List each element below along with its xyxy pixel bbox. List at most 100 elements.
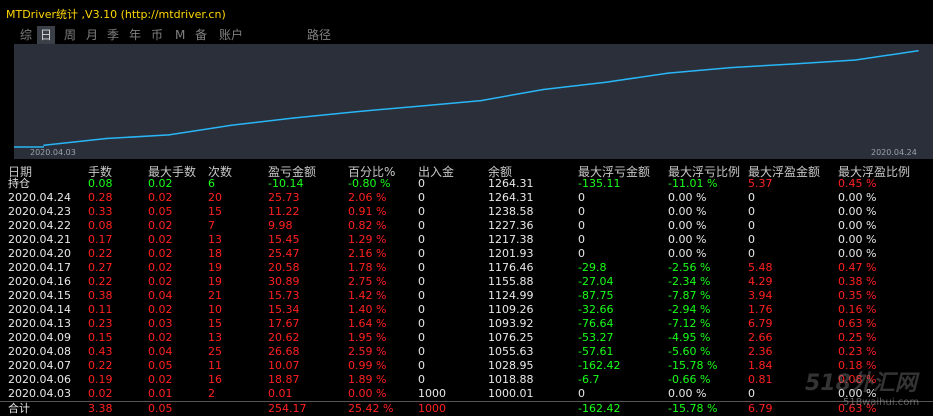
cell-max-lots: 0.02 — [148, 191, 173, 204]
cell-max-lots: 0.04 — [148, 345, 173, 358]
tab-path[interactable]: 路径 — [307, 26, 331, 44]
cell-flow: 0 — [418, 317, 425, 330]
tab-bar: 综 日 周 月 季 年 币 M 备 账户 路径 — [0, 26, 933, 44]
cell-lots: 0.15 — [88, 331, 113, 344]
cell-flow: 0 — [418, 289, 425, 302]
cell-flow: 1000 — [418, 402, 446, 415]
cell-balance: 1093.92 — [488, 317, 534, 330]
cell-max-lots: 0.03 — [148, 317, 173, 330]
cell-max-lots: 0.01 — [148, 387, 173, 400]
cell-count: 11 — [208, 359, 222, 372]
cell-pnl: 20.62 — [268, 331, 300, 344]
table-row[interactable]: 2020.04.06 0.19 0.02 16 18.87 1.89 % 0 1018.88 -… — [0, 373, 933, 387]
table-row[interactable]: 2020.04.15 0.38 0.04 21 15.73 1.42 % 0 1124.99 -… — [0, 289, 933, 303]
cell-balance: 1124.99 — [488, 289, 534, 302]
balance-point — [230, 124, 233, 127]
cell-count: 10 — [208, 303, 222, 316]
cell-count: 15 — [208, 205, 222, 218]
balance-line — [43, 50, 919, 146]
table-row[interactable]: 2020.04.24 0.28 0.02 20 25.73 2.06 % 0 1264.31 0… — [0, 191, 933, 205]
cell-max-lots: 0.02 — [148, 233, 173, 246]
cell-max-loss-pct: 0.00 % — [668, 219, 707, 232]
watermark-url: 518waihui.com — [843, 397, 920, 408]
balance-point — [792, 63, 794, 65]
cell-max-loss-pct: 0.00 % — [668, 233, 707, 246]
tab-account[interactable]: 账户 — [219, 26, 243, 44]
cell-max-profit: 1.76 — [748, 303, 773, 316]
table-row[interactable]: 2020.04.21 0.17 0.02 13 15.45 1.29 % 0 1217.38 0… — [0, 233, 933, 247]
cell-lots: 3.38 — [88, 402, 113, 415]
tab-currency[interactable]: 币 — [151, 26, 163, 44]
cell-max-loss-pct: -15.78 % — [668, 402, 718, 415]
cell-balance: 1201.93 — [488, 247, 534, 260]
table-row[interactable]: 2020.04.03 0.02 0.01 2 0.01 0.00 % 1000 1000.01… — [0, 387, 933, 401]
cell-pct: 0.00 % — [348, 387, 387, 400]
cell-date: 2020.04.13 — [8, 317, 71, 330]
cell-max-loss: 0 — [578, 247, 585, 260]
cell-max-loss: -27.04 — [578, 275, 614, 288]
cell-max-loss: 0 — [578, 219, 585, 232]
table-row[interactable]: 2020.04.09 0.15 0.02 13 20.62 1.95 % 0 1076.25 -… — [0, 331, 933, 345]
balance-point — [542, 88, 545, 91]
table-row[interactable]: 2020.04.08 0.43 0.04 25 26.68 2.59 % 0 1055.63 -… — [0, 345, 933, 359]
cell-date: 2020.04.08 — [8, 345, 71, 358]
tab-monthly[interactable]: 月 — [86, 26, 98, 44]
holding-row[interactable]: 持仓 0.08 0.02 6 -10.14 -0.80 % 0 1264.31 -135.11 -… — [0, 177, 933, 191]
cell-flow: 0 — [418, 373, 425, 386]
table-row[interactable]: 2020.04.07 0.22 0.05 11 10.07 0.99 % 0 1028.95 -… — [0, 359, 933, 373]
cell-max-profit: 4.29 — [748, 275, 773, 288]
cell-max-loss: -162.42 — [578, 402, 621, 415]
cell-pnl: 18.87 — [268, 373, 300, 386]
cell-max-profit-pct: 0.35 % — [838, 289, 877, 302]
cell-pnl: 20.58 — [268, 261, 300, 274]
table-row[interactable]: 2020.04.20 0.22 0.02 18 25.47 2.16 % 0 1201.93 0… — [0, 247, 933, 261]
tab-daily[interactable]: 日 — [37, 26, 56, 44]
cell-max-lots: 0.02 — [148, 373, 173, 386]
table-row[interactable]: 2020.04.14 0.11 0.02 10 15.34 1.40 % 0 1109.26 -… — [0, 303, 933, 317]
cell-pct: 1.95 % — [348, 331, 387, 344]
cell-max-profit: 0 — [748, 387, 755, 400]
table-row[interactable]: 2020.04.13 0.23 0.03 15 17.67 1.64 % 0 1093.92 -… — [0, 317, 933, 331]
tab-quarterly[interactable]: 季 — [107, 26, 119, 44]
cell-balance: 1227.36 — [488, 219, 534, 232]
tab-summary[interactable]: 综 — [20, 26, 32, 44]
tab-comment[interactable]: 备 — [195, 26, 207, 44]
table-row[interactable]: 2020.04.22 0.08 0.02 7 9.98 0.82 % 0 1227.36 0 0.… — [0, 219, 933, 233]
cell-lots: 0.38 — [88, 289, 113, 302]
cell-balance: 1155.88 — [488, 275, 534, 288]
cell-max-lots: 0.05 — [148, 205, 173, 218]
cell-count: 15 — [208, 317, 222, 330]
cell-balance: 1264.31 — [488, 177, 534, 190]
cell-balance: 1109.26 — [488, 303, 534, 316]
cell-max-loss: -162.42 — [578, 359, 621, 372]
cell-max-loss-pct: -4.95 % — [668, 331, 711, 344]
tab-weekly[interactable]: 周 — [64, 26, 76, 44]
cell-max-profit-pct: 0.00 % — [838, 233, 877, 246]
cell-pct: 1.29 % — [348, 233, 387, 246]
balance-point — [43, 144, 45, 146]
table-row[interactable]: 2020.04.16 0.22 0.02 19 30.89 2.75 % 0 1155.88 -… — [0, 275, 933, 289]
cell-pct: 0.99 % — [348, 359, 387, 372]
total-row[interactable]: 合计 3.38 0.05 254.17 25.42 % 1000 -162.42 -15.78… — [0, 402, 933, 416]
table-row[interactable]: 2020.04.23 0.33 0.05 15 11.22 0.91 % 0 1238.58 0… — [0, 205, 933, 219]
cell-max-loss-pct: -7.12 % — [668, 317, 711, 330]
cell-pnl: 15.45 — [268, 233, 300, 246]
cell-count: 6 — [208, 177, 215, 190]
cell-max-profit-pct: 0.00 % — [838, 219, 877, 232]
cell-max-loss: 0 — [578, 191, 585, 204]
cell-flow: 0 — [418, 233, 425, 246]
tab-yearly[interactable]: 年 — [129, 26, 141, 44]
cell-pnl: 0.01 — [268, 387, 293, 400]
cell-balance: 1028.95 — [488, 359, 534, 372]
cell-max-loss: -53.27 — [578, 331, 614, 344]
cell-max-profit-pct: 0.38 % — [838, 275, 877, 288]
cell-balance: 1264.31 — [488, 191, 534, 204]
cell-pnl: -10.14 — [268, 177, 304, 190]
cell-lots: 0.28 — [88, 191, 113, 204]
cell-date: 2020.04.03 — [8, 387, 71, 400]
cell-count: 7 — [208, 219, 215, 232]
cell-max-loss: -76.64 — [578, 317, 614, 330]
tab-magic[interactable]: M — [175, 26, 185, 44]
table-row[interactable]: 2020.04.17 0.27 0.02 19 20.58 1.78 % 0 1176.46 -… — [0, 261, 933, 275]
cell-lots: 0.08 — [88, 177, 113, 190]
